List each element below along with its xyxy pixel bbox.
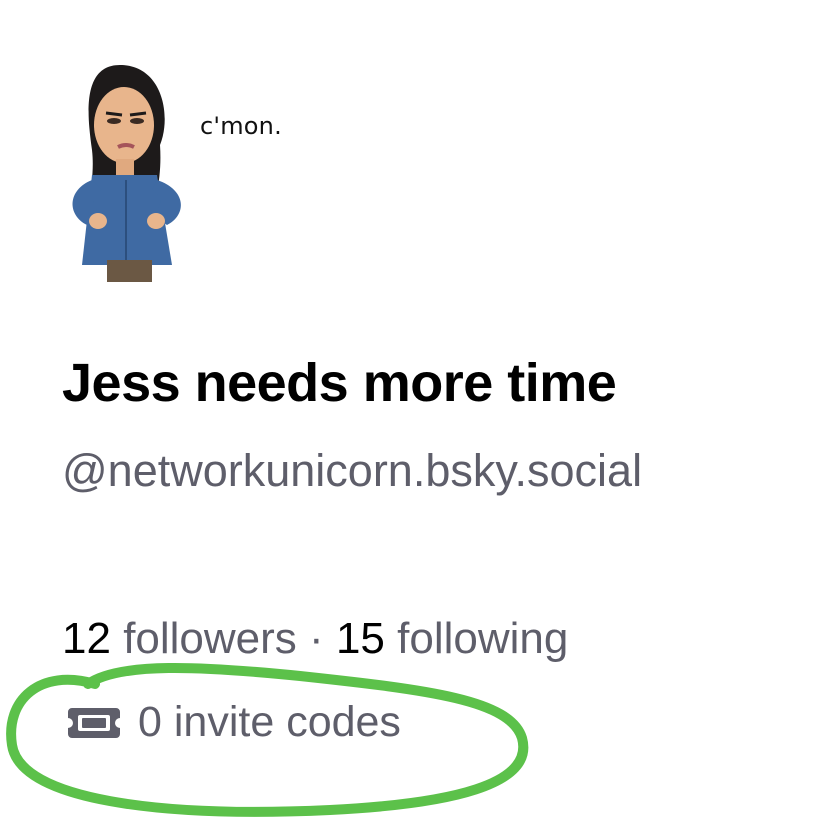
following-label[interactable]: following [397,614,568,663]
stats-separator: · [309,614,324,663]
followers-count[interactable]: 12 [62,614,111,663]
invite-codes-button[interactable]: 0 invite codes [66,698,401,747]
avatar[interactable] [62,55,322,290]
invite-codes-label: 0 invite codes [138,698,401,746]
following-count[interactable]: 15 [336,614,385,663]
profile-handle[interactable]: @networkunicorn.bsky.social [62,440,762,502]
avatar-illustration [72,65,181,282]
profile-display-name: Jess needs more time [62,353,617,413]
followers-label[interactable]: followers [123,614,297,663]
ticket-icon [66,705,122,741]
profile-stats: 12 followers · 15 following [62,614,568,664]
avatar-caption: c'mon. [200,112,282,140]
